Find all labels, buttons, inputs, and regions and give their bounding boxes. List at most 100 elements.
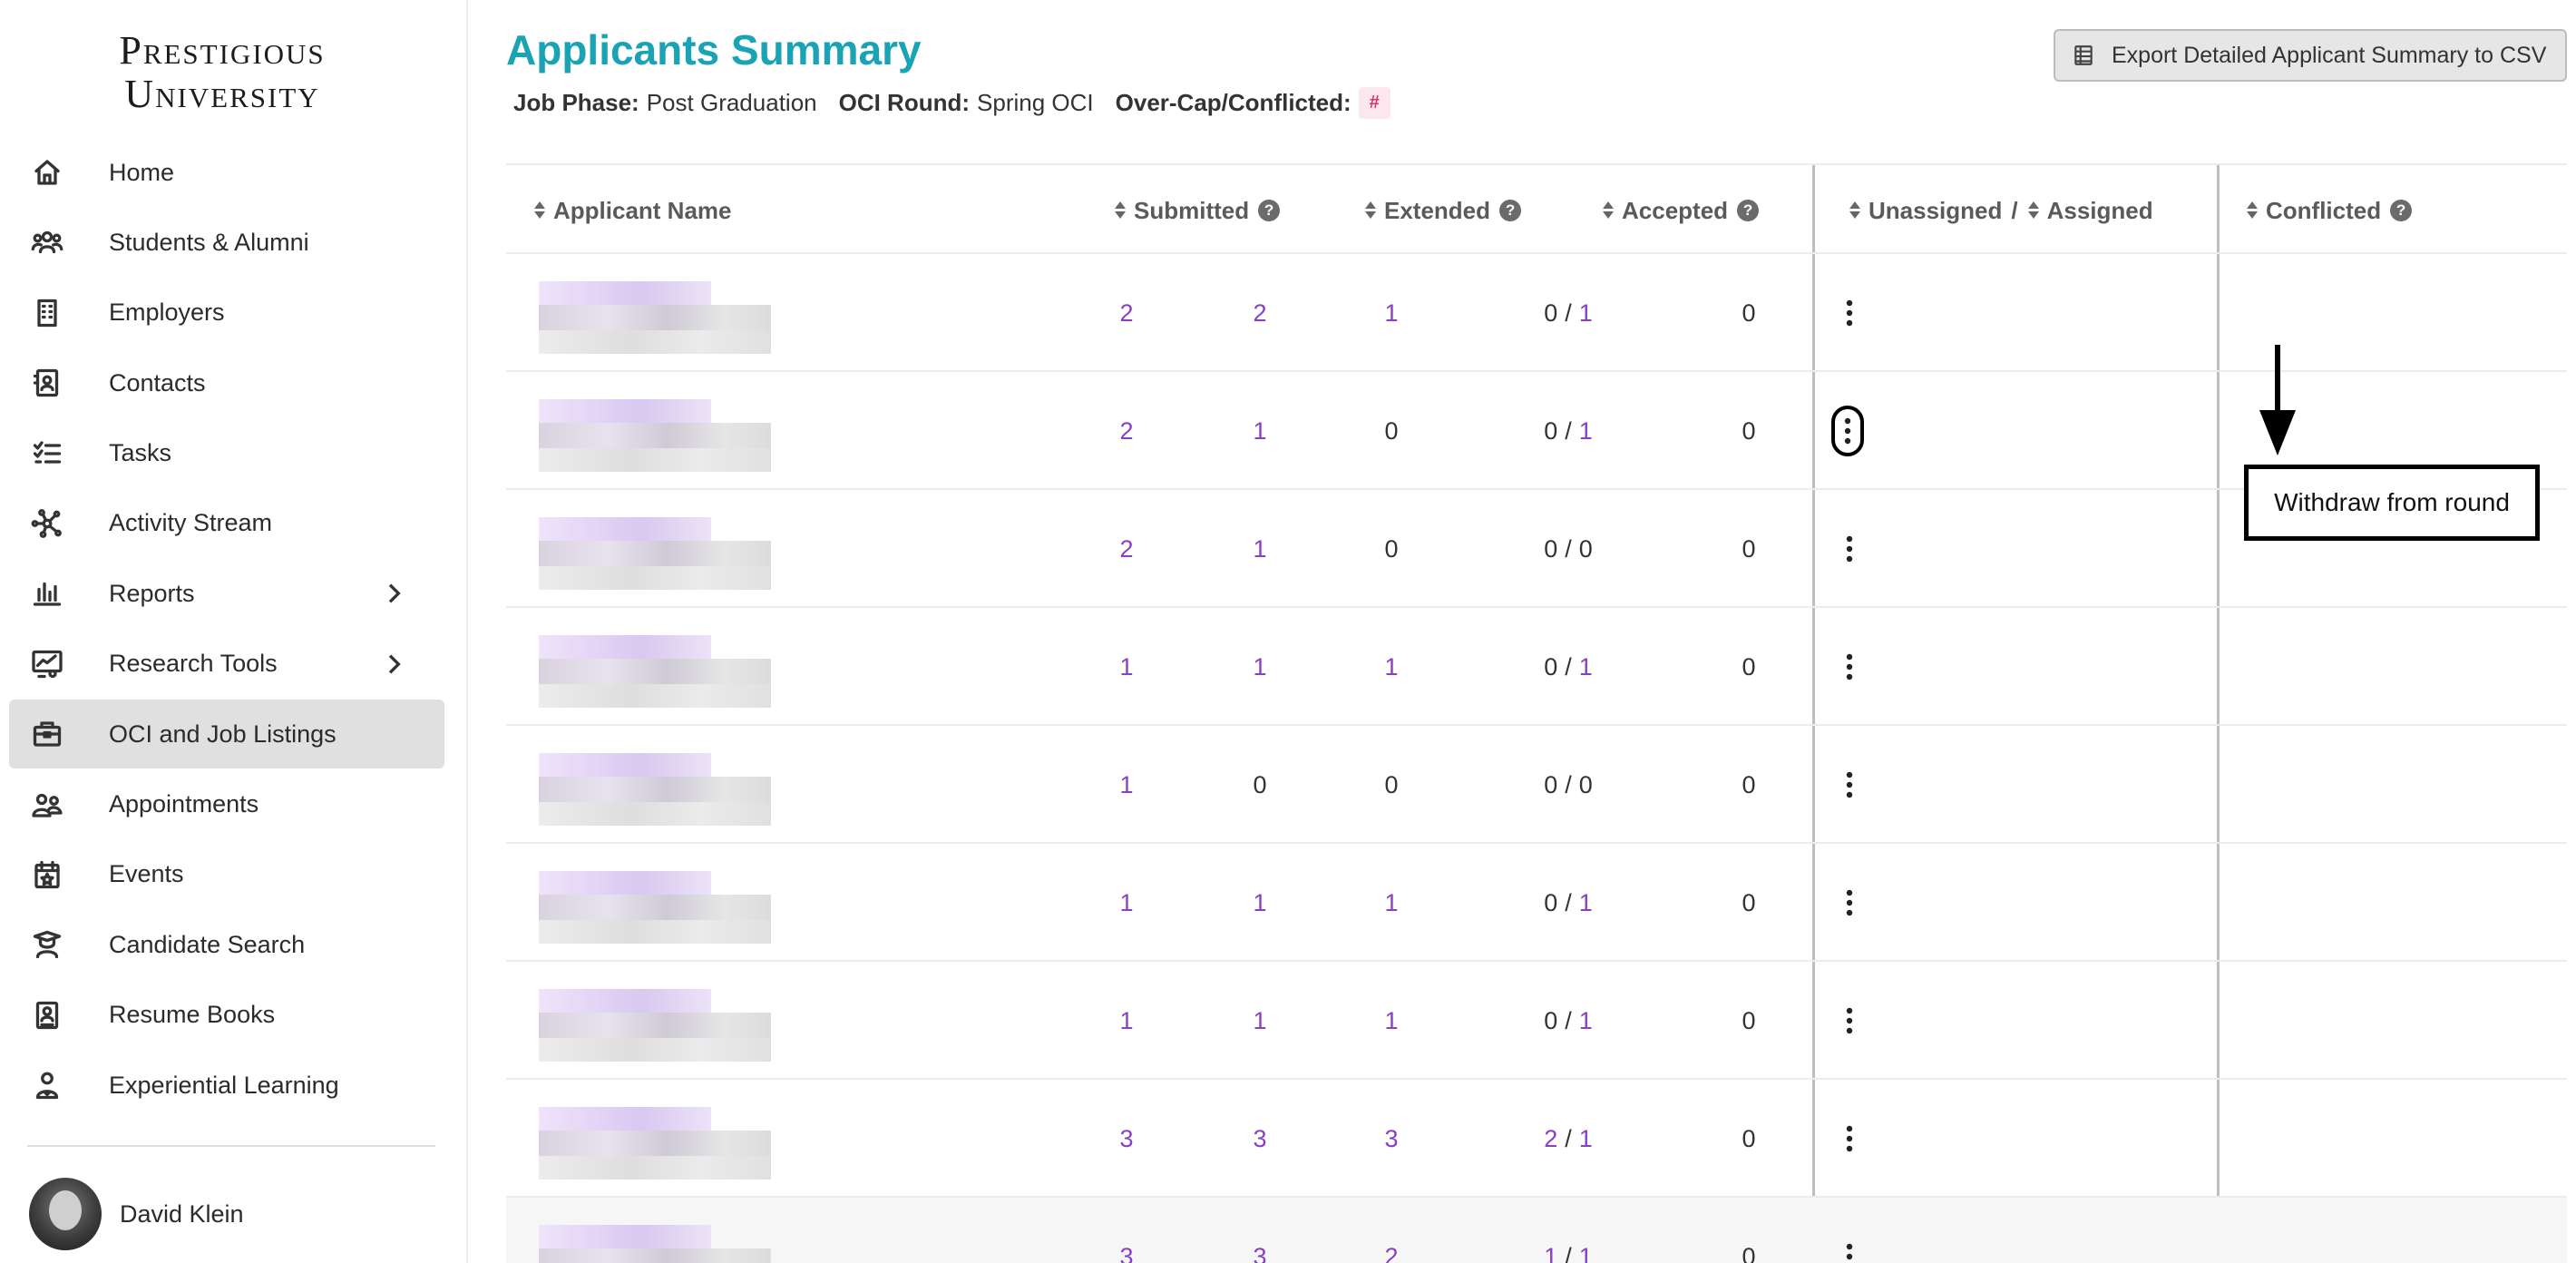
chevron-right-icon[interactable]	[379, 579, 408, 608]
cell-extended[interactable]: 1	[1205, 962, 1314, 1080]
row-actions-menu[interactable]	[1831, 290, 1868, 336]
cell-submitted[interactable]: 1	[1072, 962, 1181, 1080]
sidebar-item-reports[interactable]: Reports	[9, 559, 444, 628]
job-phase-label: Job Phase:	[513, 89, 639, 116]
sidebar-item-research-tools[interactable]: Research Tools	[9, 630, 444, 699]
applicant-name-redacted[interactable]	[519, 635, 773, 708]
sidebar-item-activity-stream[interactable]: Activity Stream	[9, 489, 444, 558]
cell-extended[interactable]: 1	[1205, 372, 1314, 490]
cell-accepted[interactable]: 1	[1337, 608, 1446, 726]
table-row: 1 1 1 0/1 0	[506, 844, 2567, 962]
sidebar-item-employers[interactable]: Employers	[9, 279, 444, 348]
cell-assigned[interactable]: 1	[1579, 1243, 1593, 1263]
cell-extended[interactable]: 1	[1205, 490, 1314, 608]
cell-accepted[interactable]: 3	[1337, 1080, 1446, 1198]
applicant-name-redacted[interactable]	[519, 1225, 773, 1263]
sidebar-item-experiential-learning[interactable]: Experiential Learning	[9, 1051, 444, 1120]
row-actions-menu[interactable]	[1831, 762, 1868, 808]
cell-submitted[interactable]: 3	[1072, 1198, 1181, 1263]
cell-submitted[interactable]: 2	[1072, 254, 1181, 372]
row-actions-menu[interactable]	[1831, 998, 1868, 1043]
header-accepted[interactable]: Accepted ?	[1602, 165, 1760, 256]
cell-unassigned-assigned: 2 /1	[1478, 1080, 1659, 1198]
job-phase: Job Phase: Post Graduation	[513, 89, 817, 117]
cell-submitted[interactable]: 1	[1072, 844, 1181, 962]
header-conflicted[interactable]: Conflicted ?	[2246, 165, 2413, 256]
cell-assigned[interactable]: 1	[1579, 653, 1593, 681]
cell-extended[interactable]: 3	[1205, 1080, 1314, 1198]
help-icon[interactable]: ?	[1258, 200, 1281, 221]
university-logo[interactable]: Prestigious University	[0, 25, 444, 120]
overcap-conflicted: Over-Cap/Conflicted: #	[1116, 87, 1390, 119]
sidebar-item-home[interactable]: Home	[9, 138, 444, 207]
cell-assigned[interactable]: 1	[1579, 299, 1593, 328]
sidebar: Prestigious University Home Students & Al…	[0, 0, 468, 1263]
row-actions-menu[interactable]	[1831, 880, 1868, 925]
header-assigned[interactable]: Assigned	[2027, 197, 2153, 225]
cell-assigned[interactable]: 1	[1579, 889, 1593, 917]
cell-separator: /	[1565, 770, 1572, 798]
cell-submitted[interactable]: 1	[1072, 726, 1181, 844]
sidebar-item-events[interactable]: Events	[9, 840, 444, 909]
oci-round: OCI Round: Spring OCI	[839, 89, 1094, 117]
cell-accepted: 0	[1384, 534, 1399, 563]
cell-assigned: 0	[1578, 534, 1593, 563]
cell-submitted[interactable]: 2	[1072, 372, 1181, 490]
cell-separator: /	[1565, 1006, 1572, 1034]
cell-extended[interactable]: 1	[1205, 608, 1314, 726]
help-icon[interactable]: ?	[1499, 200, 1522, 221]
sidebar-item-contacts[interactable]: Contacts	[9, 348, 444, 417]
sidebar-item-resume-books[interactable]: Resume Books	[9, 981, 444, 1050]
header-applicant-name[interactable]: Applicant Name	[533, 165, 732, 256]
cell-assigned[interactable]: 1	[1579, 1007, 1593, 1035]
header-separator: /	[2011, 196, 2018, 224]
briefcase-icon	[29, 716, 65, 752]
header-extended[interactable]: Extended ?	[1364, 165, 1522, 256]
sidebar-item-tasks[interactable]: Tasks	[9, 419, 444, 488]
export-csv-button[interactable]: Export Detailed Applicant Summary to CSV	[2054, 29, 2567, 82]
cell-accepted[interactable]: 2	[1337, 1198, 1446, 1263]
applicant-name-redacted[interactable]	[519, 517, 773, 590]
sidebar-item-students-alumni[interactable]: Students & Alumni	[9, 208, 444, 277]
cell-extended[interactable]: 2	[1205, 254, 1314, 372]
user-profile[interactable]: David Klein	[29, 1178, 244, 1250]
cell-unassigned[interactable]: 1	[1544, 1243, 1557, 1263]
sort-icon	[2027, 201, 2040, 220]
applicant-name-redacted[interactable]	[519, 399, 773, 472]
sidebar-item-label: Events	[109, 860, 184, 888]
row-actions-menu[interactable]	[1831, 1116, 1868, 1161]
cell-unassigned[interactable]: 2	[1544, 1125, 1557, 1153]
cell-separator: /	[1565, 1124, 1572, 1152]
help-icon[interactable]: ?	[1737, 200, 1760, 221]
sidebar-item-candidate-search[interactable]: Candidate Search	[9, 910, 444, 979]
sidebar-item-appointments[interactable]: Appointments	[9, 770, 444, 839]
applicant-name-redacted[interactable]	[519, 753, 773, 826]
cell-submitted[interactable]: 1	[1072, 608, 1181, 726]
help-icon[interactable]: ?	[2390, 200, 2413, 221]
cell-extended[interactable]: 1	[1205, 844, 1314, 962]
applicant-name-redacted[interactable]	[519, 1107, 773, 1180]
cell-accepted[interactable]: 1	[1337, 254, 1446, 372]
applicant-name-redacted[interactable]	[519, 871, 773, 944]
row-actions-menu[interactable]	[1831, 406, 1864, 456]
header-label: Extended	[1384, 196, 1491, 224]
applicant-name-redacted[interactable]	[519, 989, 773, 1062]
cell-submitted[interactable]: 2	[1072, 490, 1181, 608]
sort-icon	[1364, 201, 1377, 220]
cell-extended[interactable]: 3	[1205, 1198, 1314, 1263]
cell-accepted[interactable]: 1	[1337, 844, 1446, 962]
header-submitted[interactable]: Submitted ?	[1114, 165, 1281, 256]
row-actions-menu[interactable]	[1831, 644, 1868, 690]
cell-assigned[interactable]: 1	[1579, 1125, 1593, 1153]
header-unassigned[interactable]: Unassigned	[1849, 197, 2002, 225]
cell-accepted[interactable]: 1	[1337, 962, 1446, 1080]
sidebar-item-label: Students & Alumni	[109, 228, 309, 256]
applicant-name-redacted[interactable]	[519, 281, 773, 354]
cell-submitted[interactable]: 3	[1072, 1080, 1181, 1198]
row-actions-menu[interactable]	[1831, 1234, 1868, 1263]
chevron-right-icon[interactable]	[379, 650, 408, 679]
row-actions-menu[interactable]	[1831, 526, 1868, 572]
cell-assigned[interactable]: 1	[1579, 417, 1593, 445]
withdraw-tooltip[interactable]: Withdraw from round	[2244, 465, 2540, 541]
sidebar-item-oci-and-job-listings[interactable]: OCI and Job Listings	[9, 700, 444, 769]
